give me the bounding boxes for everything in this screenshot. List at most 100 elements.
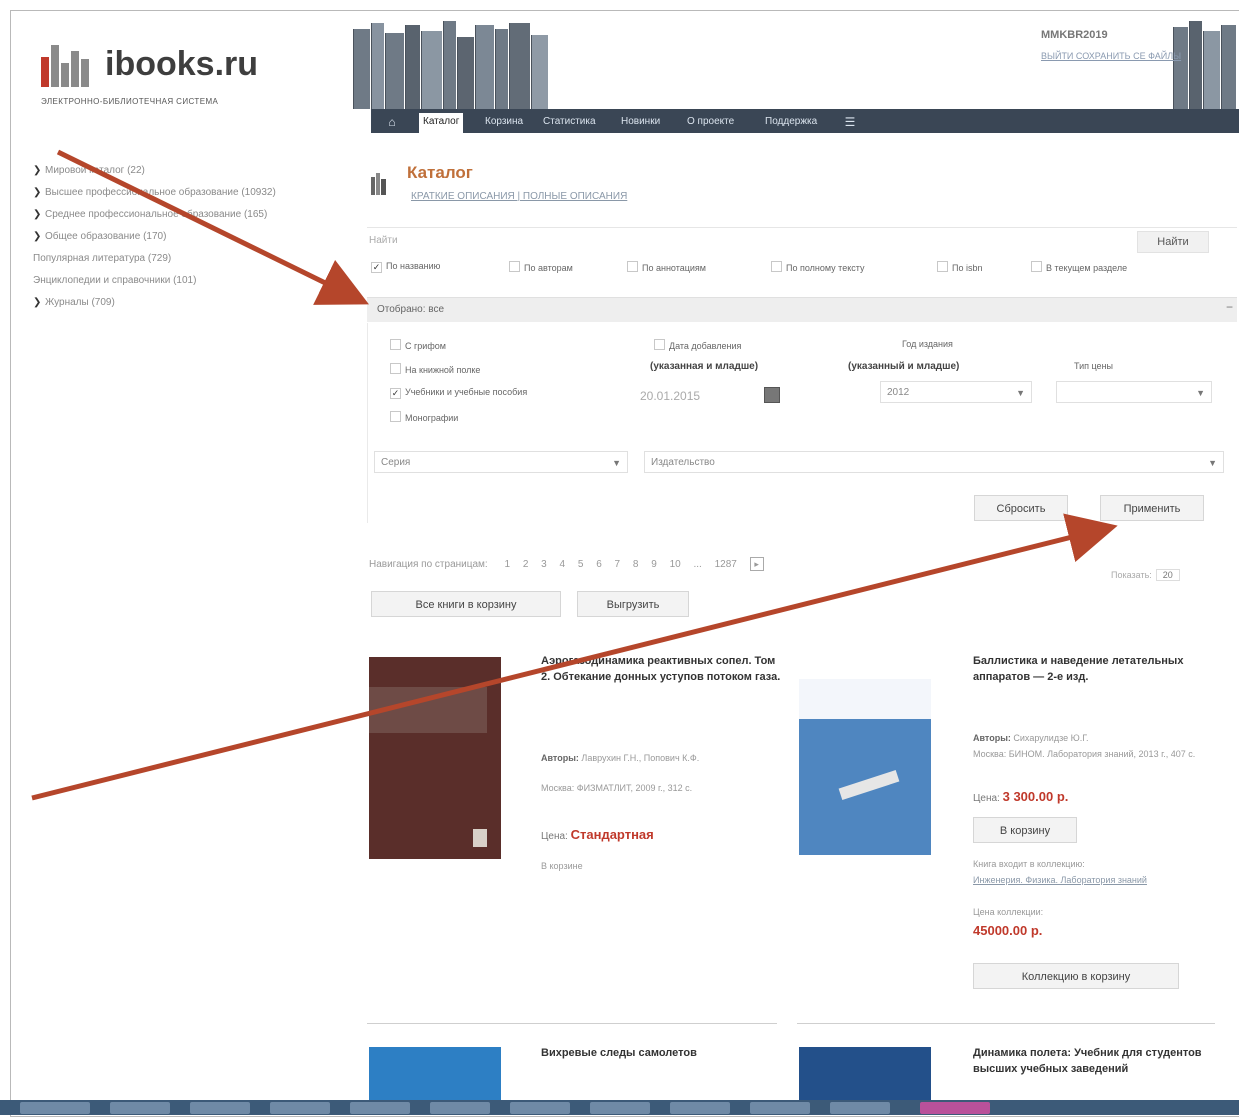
description-mode-links[interactable]: КРАТКИЕ ОПИСАНИЯ | ПОЛНЫЕ ОПИСАНИЯ xyxy=(411,191,627,202)
filter-by-isbn[interactable]: По isbn xyxy=(937,261,983,273)
checkbox[interactable] xyxy=(390,339,401,350)
taskbar-item[interactable] xyxy=(110,1102,170,1114)
nav-catalog[interactable]: Каталог xyxy=(419,113,464,133)
page-link[interactable]: 4 xyxy=(560,559,566,570)
price-type-select[interactable]: ▼ xyxy=(1056,381,1212,403)
taskbar-item[interactable] xyxy=(590,1102,650,1114)
collapse-icon[interactable]: − xyxy=(1226,300,1233,314)
sidebar-item-encyclopedias[interactable]: Энциклопедии и справочники (101) xyxy=(33,273,333,289)
collection-price: 45000.00 р. xyxy=(973,923,1043,938)
date-input[interactable]: 20.01.2015 xyxy=(640,389,700,403)
user-links[interactable]: ВЫЙТИ СОХРАНИТЬ СЕ ФАЙЛЫ xyxy=(1041,51,1181,61)
book-title[interactable]: Динамика полета: Учебник для студентов в… xyxy=(973,1045,1213,1077)
sidebar-item-general-education[interactable]: ❯ Общее образование (170) xyxy=(33,229,333,245)
page-link[interactable]: 9 xyxy=(651,559,657,570)
date-added-option[interactable]: Дата добавления xyxy=(654,339,741,351)
checkbox[interactable] xyxy=(937,261,948,272)
selected-bar[interactable]: Отобрано: все − xyxy=(367,297,1237,322)
nav-cart[interactable]: Корзина xyxy=(481,113,527,131)
taskbar-item[interactable] xyxy=(830,1102,890,1114)
find-button[interactable]: Найти xyxy=(1137,231,1209,253)
page-link[interactable]: 2 xyxy=(523,559,529,570)
book-cover[interactable] xyxy=(369,1047,501,1107)
page-link[interactable]: 1 xyxy=(504,559,510,570)
type-with-stamp[interactable]: С грифом xyxy=(390,339,446,351)
search-row: Найти xyxy=(367,227,1237,254)
page-link[interactable]: 6 xyxy=(596,559,602,570)
filter-current-section[interactable]: В текущем разделе xyxy=(1031,261,1127,273)
taskbar-item[interactable] xyxy=(750,1102,810,1114)
nav-statistics[interactable]: Статистика xyxy=(539,113,600,131)
book-cover[interactable] xyxy=(369,657,501,859)
book-title[interactable]: Аэрогазодинамика реактивных сопел. Том 2… xyxy=(541,653,781,685)
collection-to-cart-button[interactable]: Коллекцию в корзину xyxy=(973,963,1179,989)
price-type-label: Тип цены xyxy=(1074,361,1114,371)
chevron-right-icon: ❯ xyxy=(33,297,42,308)
page-link[interactable]: 7 xyxy=(615,559,621,570)
taskbar-item[interactable] xyxy=(190,1102,250,1114)
export-button[interactable]: Выгрузить xyxy=(577,591,689,617)
taskbar-item[interactable] xyxy=(350,1102,410,1114)
book-title[interactable]: Баллистика и наведение летательных аппар… xyxy=(973,653,1213,685)
taskbar-item[interactable] xyxy=(20,1102,90,1114)
checkbox[interactable] xyxy=(390,411,401,422)
calendar-icon[interactable] xyxy=(764,387,780,403)
publisher-select[interactable]: Издательство ▼ xyxy=(644,451,1224,473)
checkbox[interactable] xyxy=(654,339,665,350)
page-link[interactable]: 8 xyxy=(633,559,639,570)
taskbar-item[interactable] xyxy=(510,1102,570,1114)
per-page: Показать: 20 xyxy=(1111,569,1180,581)
type-textbooks[interactable]: ✓ Учебники и учебные пособия xyxy=(390,387,527,399)
checkbox[interactable] xyxy=(627,261,638,272)
nav-support[interactable]: Поддержка xyxy=(761,113,821,131)
sidebar-item-world-catalog[interactable]: ❯ Мировой каталог (22) xyxy=(33,163,333,179)
apply-button[interactable]: Применить xyxy=(1100,495,1204,521)
checkbox[interactable] xyxy=(771,261,782,272)
checkbox-checked[interactable]: ✓ xyxy=(371,262,382,273)
page-link[interactable]: 10 xyxy=(670,559,681,570)
taskbar-item[interactable] xyxy=(920,1102,990,1114)
all-to-cart-button[interactable]: Все книги в корзину xyxy=(371,591,561,617)
series-select[interactable]: Серия ▼ xyxy=(374,451,628,473)
taskbar-item[interactable] xyxy=(430,1102,490,1114)
checkbox-checked[interactable]: ✓ xyxy=(390,388,401,399)
filter-by-fulltext[interactable]: По полному тексту xyxy=(771,261,864,273)
page-last[interactable]: 1287 xyxy=(715,559,737,570)
checkbox[interactable] xyxy=(1031,261,1042,272)
type-on-shelf[interactable]: На книжной полке xyxy=(390,363,480,375)
filter-by-annotations[interactable]: По аннотациям xyxy=(627,261,706,273)
site-logo[interactable]: ibooks.ru ЭЛЕКТРОННО-БИБЛИОТЕЧНАЯ СИСТЕМ… xyxy=(41,37,341,117)
taskbar-item[interactable] xyxy=(670,1102,730,1114)
nav-about[interactable]: О проекте xyxy=(683,113,738,131)
checkbox[interactable] xyxy=(390,363,401,374)
book-authors: Авторы: Лаврухин Г.Н., Попович К.Ф. xyxy=(541,753,700,763)
page-link[interactable]: 5 xyxy=(578,559,584,570)
book-cover[interactable] xyxy=(799,679,931,855)
year-select[interactable]: 2012 ▼ xyxy=(880,381,1032,403)
book-cover[interactable] xyxy=(799,1047,931,1107)
logo-subtitle: ЭЛЕКТРОННО-БИБЛИОТЕЧНАЯ СИСТЕМА xyxy=(41,97,219,106)
page-link[interactable]: 3 xyxy=(541,559,547,570)
nav-new[interactable]: Новинки xyxy=(617,113,664,131)
sidebar-item-higher-education[interactable]: ❯ Высшее профессиональное образование (10… xyxy=(33,185,333,201)
home-icon[interactable]: ⌂ xyxy=(385,115,399,129)
books-icon xyxy=(371,173,386,195)
next-page-icon[interactable]: ▸ xyxy=(749,557,764,571)
checkbox[interactable] xyxy=(509,261,520,272)
sidebar-item-popular[interactable]: Популярная литература (729) xyxy=(33,251,333,267)
type-monographs[interactable]: Монографии xyxy=(390,411,458,423)
filter-by-authors[interactable]: По авторам xyxy=(509,261,573,273)
per-page-select[interactable]: 20 xyxy=(1155,569,1180,581)
sidebar-item-secondary-education[interactable]: ❯ Среднее профессиональное образование (1… xyxy=(33,207,333,223)
menu-icon[interactable]: ☰ xyxy=(843,115,857,129)
sidebar-item-journals[interactable]: ❯ Журналы (709) xyxy=(33,295,333,311)
filter-by-title[interactable]: ✓ По названию xyxy=(371,261,440,273)
selected-label: Отобрано: все xyxy=(377,304,445,315)
collection-link[interactable]: Инженерия. Физика. Лаборатория знаний xyxy=(973,873,1213,887)
search-input[interactable]: Найти xyxy=(367,232,1119,250)
reset-button[interactable]: Сбросить xyxy=(974,495,1068,521)
taskbar-item[interactable] xyxy=(270,1102,330,1114)
to-cart-button[interactable]: В корзину xyxy=(973,817,1077,843)
year-sub: (указанный и младше) xyxy=(848,361,960,372)
book-title[interactable]: Вихревые следы самолетов xyxy=(541,1045,741,1061)
